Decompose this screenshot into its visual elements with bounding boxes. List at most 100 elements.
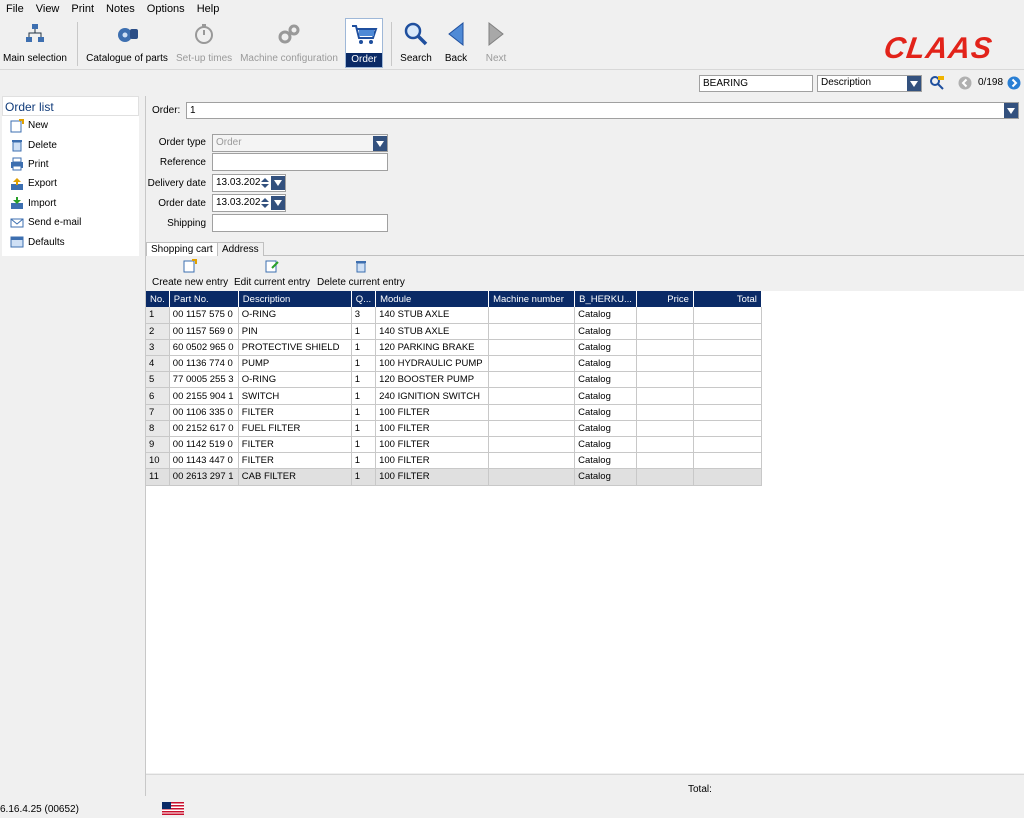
cell-quantity[interactable]: 1	[351, 339, 377, 357]
cell-description[interactable]: PUMP	[238, 355, 352, 373]
previous-hit-icon[interactable]	[958, 76, 972, 93]
cell-module[interactable]: 100 HYDRAULIC PUMP	[375, 355, 490, 373]
order-list-print[interactable]: Print	[2, 155, 139, 174]
cell-part-no[interactable]: 00 2613 297 1	[169, 468, 239, 486]
cell-price[interactable]	[636, 323, 694, 340]
cell-no[interactable]: 8	[146, 420, 170, 438]
cell-total[interactable]	[693, 420, 762, 438]
cell-price[interactable]	[636, 404, 694, 421]
tab-shopping-cart[interactable]: Shopping cart	[146, 242, 218, 256]
cell-no[interactable]: 5	[146, 371, 170, 389]
cell-module[interactable]: 100 FILTER	[375, 404, 490, 421]
cell-total[interactable]	[693, 339, 762, 357]
cell-module[interactable]: 140 STUB AXLE	[375, 307, 490, 324]
cell-herkunft[interactable]: Catalog	[574, 387, 637, 405]
col-no[interactable]: No.	[146, 291, 170, 307]
menu-help[interactable]: Help	[191, 0, 226, 18]
cell-module[interactable]: 120 PARKING BRAKE	[375, 339, 490, 357]
cell-quantity[interactable]: 1	[351, 436, 377, 454]
cell-total[interactable]	[693, 404, 762, 421]
cell-description[interactable]: O-RING	[238, 307, 352, 324]
search-button[interactable]: Search	[398, 18, 434, 68]
table-row[interactable]: 9 00 1142 519 0 FILTER 1 100 FILTER Catalog	[146, 436, 762, 454]
cell-quantity[interactable]: 1	[351, 371, 377, 389]
cell-price[interactable]	[636, 452, 694, 470]
cell-herkunft[interactable]: Catalog	[574, 452, 637, 470]
next-button[interactable]: Next	[482, 18, 510, 68]
col-herkunft[interactable]: B_HERKU...	[574, 291, 637, 307]
cell-quantity[interactable]: 3	[351, 307, 377, 324]
table-row[interactable]: 2 00 1157 569 0 PIN 1 140 STUB AXLE Catalog	[146, 323, 762, 340]
table-row[interactable]: 1 00 1157 575 0 O-RING 3 140 STUB AXLE Catalo…	[146, 307, 762, 324]
menu-options[interactable]: Options	[141, 0, 191, 18]
col-module[interactable]: Module	[375, 291, 490, 307]
cell-no[interactable]: 2	[146, 323, 170, 340]
edit-entry-button[interactable]: Edit current entry	[234, 260, 310, 288]
col-price[interactable]: Price	[636, 291, 694, 307]
table-row[interactable]: 4 00 1136 774 0 PUMP 1 100 HYDRAULIC PUMP Cat…	[146, 355, 762, 373]
cell-total[interactable]	[693, 323, 762, 340]
col-part-no[interactable]: Part No.	[169, 291, 239, 307]
main-selection-button[interactable]: Main selection	[2, 18, 68, 68]
table-row[interactable]: 5 77 0005 255 3 O-RING 1 120 BOOSTER PUMP Cat…	[146, 371, 762, 389]
menu-view[interactable]: View	[30, 0, 66, 18]
machine-configuration-button[interactable]: Machine configuration	[239, 18, 339, 68]
menu-notes[interactable]: Notes	[100, 0, 141, 18]
cell-price[interactable]	[636, 436, 694, 454]
order-list-delete[interactable]: Delete	[2, 135, 139, 154]
delete-entry-button[interactable]: Delete current entry	[317, 260, 405, 288]
delivery-date-picker[interactable]: 13.03.202	[212, 174, 286, 192]
chevron-down-icon[interactable]	[271, 176, 285, 190]
order-type-select[interactable]: Order	[212, 134, 388, 152]
next-hit-icon[interactable]	[1007, 76, 1021, 93]
cell-quantity[interactable]: 1	[351, 387, 377, 405]
table-row[interactable]: 3 60 0502 965 0 PROTECTIVE SHIELD 1 120 PARK…	[146, 339, 762, 357]
cell-quantity[interactable]: 1	[351, 452, 377, 470]
cell-module[interactable]: 240 IGNITION SWITCH	[375, 387, 490, 405]
create-entry-button[interactable]: Create new entry	[152, 258, 228, 288]
cell-no[interactable]: 3	[146, 339, 170, 357]
cell-herkunft[interactable]: Catalog	[574, 420, 637, 438]
cell-module[interactable]: 100 FILTER	[375, 452, 490, 470]
cell-module[interactable]: 100 FILTER	[375, 436, 490, 454]
order-select[interactable]: 1	[186, 102, 1019, 119]
tab-address[interactable]: Address	[217, 242, 264, 256]
search-field-select[interactable]: Description	[817, 75, 922, 92]
spinner-icon[interactable]	[259, 196, 271, 213]
cell-quantity[interactable]: 1	[351, 468, 377, 486]
chevron-down-icon[interactable]	[907, 76, 921, 91]
cell-no[interactable]: 4	[146, 355, 170, 373]
order-date-picker[interactable]: 13.03.202	[212, 194, 286, 212]
cell-herkunft[interactable]: Catalog	[574, 404, 637, 421]
table-row[interactable]: 6 00 2155 904 1 SWITCH 1 240 IGNITION SWITCH…	[146, 387, 762, 405]
cell-herkunft[interactable]: Catalog	[574, 371, 637, 389]
cell-price[interactable]	[636, 387, 694, 405]
cell-part-no[interactable]: 00 1136 774 0	[169, 355, 239, 373]
chevron-down-icon[interactable]	[373, 136, 387, 151]
cell-part-no[interactable]: 00 1157 575 0	[169, 307, 239, 324]
cell-total[interactable]	[693, 371, 762, 389]
setup-times-button[interactable]: Set-up times	[176, 18, 232, 68]
table-row[interactable]: 11 00 2613 297 1 CAB FILTER 1 100 FILTER Cata…	[146, 468, 762, 486]
cell-total[interactable]	[693, 355, 762, 373]
cell-no[interactable]: 7	[146, 404, 170, 421]
cell-machine-number[interactable]	[488, 323, 576, 340]
col-quantity[interactable]: Q...	[351, 291, 377, 307]
cell-machine-number[interactable]	[488, 452, 576, 470]
order-list-export[interactable]: Export	[2, 174, 139, 193]
cell-module[interactable]: 100 FILTER	[375, 420, 490, 438]
table-row[interactable]: 8 00 2152 617 0 FUEL FILTER 1 100 FILTER Cata…	[146, 420, 762, 438]
cell-herkunft[interactable]: Catalog	[574, 355, 637, 373]
order-list-defaults[interactable]: Defaults	[2, 232, 139, 251]
cell-part-no[interactable]: 60 0502 965 0	[169, 339, 239, 357]
cell-price[interactable]	[636, 307, 694, 324]
order-list-new[interactable]: New	[2, 116, 139, 135]
cell-description[interactable]: SWITCH	[238, 387, 352, 405]
order-button[interactable]: Order	[345, 18, 383, 68]
cell-total[interactable]	[693, 452, 762, 470]
menu-print[interactable]: Print	[65, 0, 100, 18]
cell-machine-number[interactable]	[488, 404, 576, 421]
cell-no[interactable]: 1	[146, 307, 170, 324]
cell-machine-number[interactable]	[488, 355, 576, 373]
cell-no[interactable]: 9	[146, 436, 170, 454]
